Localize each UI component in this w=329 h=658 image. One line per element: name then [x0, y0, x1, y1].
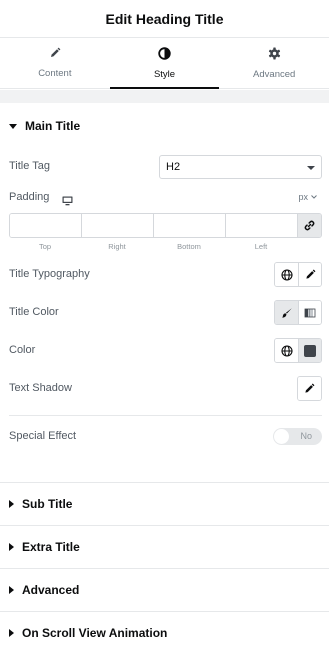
section-scroll-animation[interactable]: On Scroll View Animation — [0, 625, 329, 641]
section-advanced-label: Advanced — [22, 583, 80, 597]
divider — [0, 525, 329, 526]
section-scroll-animation-label: On Scroll View Animation — [22, 626, 168, 640]
section-sub-title-label: Sub Title — [22, 497, 73, 511]
toggle-knob — [274, 429, 289, 444]
section-advanced[interactable]: Advanced — [0, 582, 329, 598]
text-shadow-label: Text Shadow — [9, 382, 72, 394]
panel-header: Edit Heading Title — [0, 0, 329, 38]
text-shadow-controls — [297, 376, 322, 401]
title-color-label: Title Color — [9, 306, 59, 318]
section-extra-title-label: Extra Title — [22, 540, 80, 554]
desktop-icon[interactable] — [62, 193, 73, 211]
title-color-controls — [274, 300, 322, 325]
padding-right-label: Right — [108, 242, 126, 251]
section-main-title[interactable]: Main Title — [0, 118, 329, 134]
divider — [0, 482, 329, 483]
divider — [0, 611, 329, 612]
title-tag-select[interactable]: H2 — [159, 155, 322, 179]
toggle-state-label: No — [300, 431, 312, 441]
pencil-icon — [49, 47, 61, 59]
caret-right-icon — [9, 543, 14, 551]
edit-typography-button[interactable] — [298, 263, 321, 286]
tab-advanced[interactable]: Advanced — [219, 38, 329, 88]
gradient-color-button[interactable] — [298, 301, 321, 324]
pencil-icon — [305, 269, 315, 279]
color-label: Color — [9, 344, 36, 356]
caret-right-icon — [9, 629, 14, 637]
padding-side-labels: Top Right Bottom Left — [9, 242, 322, 252]
unit-select[interactable]: px — [298, 192, 317, 202]
caret-right-icon — [9, 500, 14, 508]
caret-right-icon — [9, 586, 14, 594]
unit-value: px — [298, 192, 308, 202]
tab-content[interactable]: Content — [0, 38, 110, 88]
padding-top-label: Top — [38, 242, 52, 251]
panel-title: Edit Heading Title — [105, 10, 224, 27]
title-typography-controls — [274, 262, 322, 287]
classic-color-button[interactable] — [275, 301, 298, 324]
edit-text-shadow-button[interactable] — [298, 377, 321, 400]
padding-left-input[interactable] — [226, 214, 298, 237]
padding-top-input[interactable] — [10, 214, 82, 237]
color-swatch — [304, 344, 316, 357]
tab-style[interactable]: Style — [109, 38, 220, 89]
padding-label: Padding — [9, 191, 50, 203]
pencil-icon — [305, 383, 315, 393]
gradient-icon — [304, 308, 316, 317]
padding-bottom-input[interactable] — [154, 214, 226, 237]
contrast-icon — [158, 46, 171, 60]
section-spacer — [0, 90, 329, 103]
section-sub-title[interactable]: Sub Title — [0, 496, 329, 512]
divider — [0, 568, 329, 569]
brush-icon — [281, 307, 292, 318]
title-typography-label: Title Typography — [9, 268, 90, 280]
section-main-title-label: Main Title — [25, 119, 81, 133]
globe-icon — [280, 344, 293, 357]
special-effect-label: Special Effect — [9, 430, 77, 442]
chevron-down-icon — [307, 166, 315, 170]
divider — [9, 415, 322, 416]
tab-advanced-label: Advanced — [253, 68, 296, 80]
globe-icon — [280, 268, 293, 281]
global-color-button[interactable] — [275, 339, 298, 362]
section-extra-title[interactable]: Extra Title — [0, 539, 329, 555]
gear-icon — [268, 47, 281, 60]
tab-style-label: Style — [153, 68, 176, 80]
title-tag-label: Title Tag — [9, 160, 50, 172]
tab-content-label: Content — [38, 68, 72, 79]
link-icon — [304, 220, 315, 231]
tab-bar: Content Style Advanced — [0, 38, 329, 89]
global-typography-button[interactable] — [275, 263, 298, 286]
padding-inputs — [9, 213, 322, 238]
title-tag-value: H2 — [166, 161, 181, 173]
link-values-button[interactable] — [298, 214, 321, 237]
padding-right-input[interactable] — [82, 214, 154, 237]
chevron-down-icon — [311, 195, 317, 199]
color-swatch-button[interactable] — [298, 339, 321, 362]
padding-bottom-label: Bottom — [177, 242, 201, 251]
padding-left-label: Left — [254, 242, 268, 251]
special-effect-toggle[interactable]: No — [273, 428, 322, 445]
caret-down-icon — [9, 123, 17, 129]
color-controls — [274, 338, 322, 363]
